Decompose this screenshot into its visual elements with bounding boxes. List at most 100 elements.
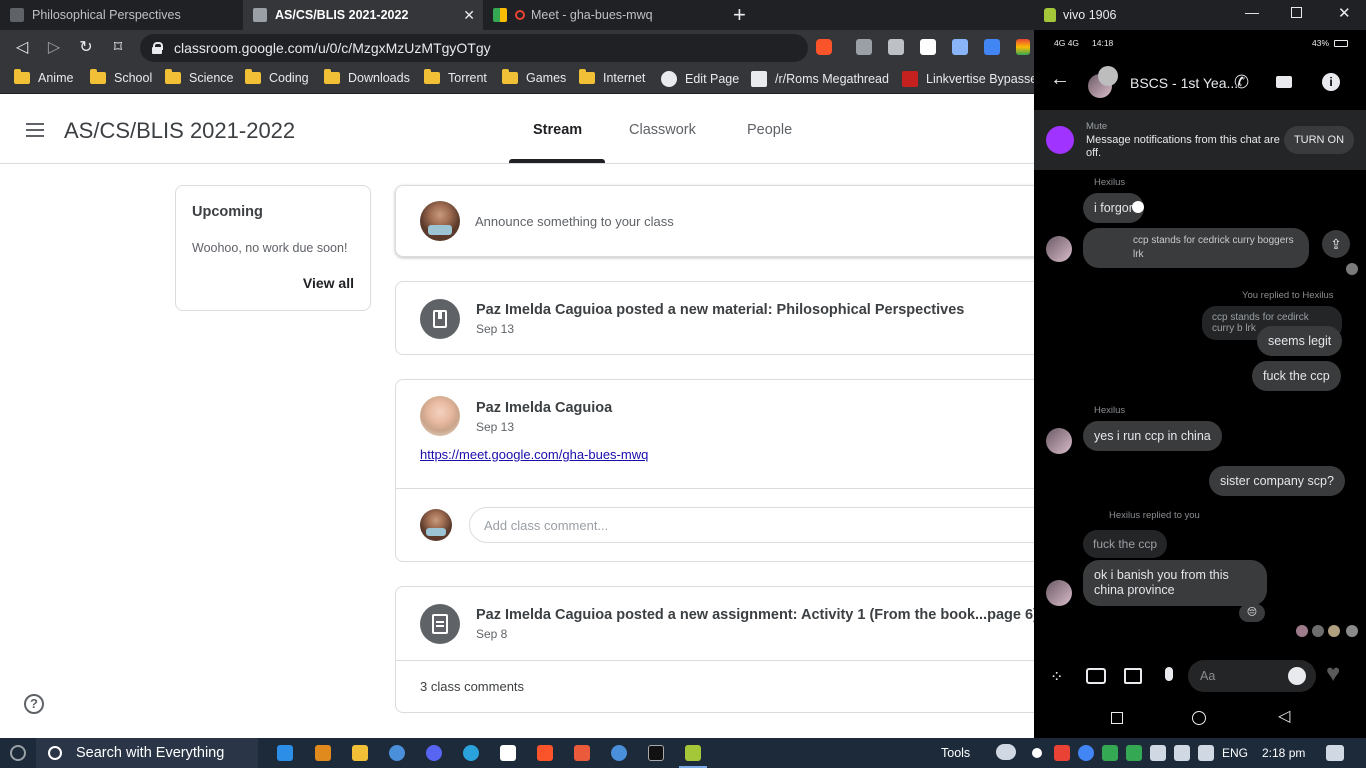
camera-extension-icon[interactable] [888, 39, 904, 55]
gallery-icon[interactable] [1124, 668, 1142, 684]
post-date: Sep 13 [476, 322, 515, 336]
close-window-icon[interactable]: ✕ [1338, 4, 1351, 22]
tray-icon[interactable] [1054, 745, 1070, 761]
telegram-icon[interactable] [463, 745, 479, 761]
bookmark-torrent[interactable]: Torrent [424, 69, 487, 85]
recents-nav-icon[interactable] [1111, 712, 1123, 724]
video-call-icon[interactable] [1276, 76, 1292, 88]
tab-philosophical-perspectives[interactable]: Philosophical Perspectives [0, 0, 243, 30]
message-bubble[interactable]: ccp stands for cedrick curry boggers lrk [1083, 228, 1309, 268]
app-icon[interactable] [611, 745, 627, 761]
material-post[interactable]: Paz Imelda Caguioa posted a new material… [395, 281, 1055, 355]
vscode-icon[interactable] [277, 745, 293, 761]
start-icon[interactable] [10, 745, 26, 761]
extension-icon[interactable] [952, 39, 968, 55]
translate-extension-icon[interactable] [984, 39, 1000, 55]
microphone-icon[interactable] [1165, 667, 1173, 681]
volume-icon[interactable] [1198, 745, 1214, 761]
tray-icon[interactable] [1102, 745, 1118, 761]
emoji-icon[interactable] [1288, 667, 1306, 685]
brave-beta-icon[interactable] [574, 745, 590, 761]
main-menu-icon[interactable] [26, 123, 44, 137]
message-bubble[interactable]: sister company scp? [1209, 466, 1345, 496]
message-bubble[interactable]: seems legit [1257, 326, 1343, 356]
class-comments-link[interactable]: 3 class comments [420, 679, 524, 694]
reaction-badge[interactable]: 😔 [1239, 604, 1265, 622]
message-input[interactable]: Aa [1188, 660, 1316, 692]
upcoming-card: Upcoming Woohoo, no work due soon! View … [175, 185, 371, 311]
taskbar-search[interactable]: Search with Everything [36, 738, 258, 768]
message-bubble[interactable]: yes i run ccp in china [1083, 421, 1222, 451]
network-icon[interactable] [1150, 745, 1166, 761]
back-nav-icon[interactable]: ◁ [1278, 706, 1290, 726]
tab-classroom-active[interactable]: AS/CS/BLIS 2021-2022 ✕ [243, 0, 483, 30]
tray-icon[interactable] [1126, 745, 1142, 761]
tab-classwork[interactable]: Classwork [629, 122, 696, 138]
message-bubble[interactable]: fuck the ccp [1252, 361, 1341, 391]
share-icon[interactable]: ⇪ [1322, 230, 1350, 258]
tray-icon[interactable] [1032, 748, 1042, 758]
close-tab-icon[interactable]: ✕ [463, 7, 475, 24]
camera-icon[interactable] [1086, 668, 1106, 684]
class-comment-input[interactable]: Add class comment... [469, 507, 1069, 543]
message-bubble[interactable]: ok i banish you from this china province [1083, 560, 1267, 606]
help-icon[interactable]: ? [24, 694, 44, 714]
extension-icon[interactable] [856, 39, 872, 55]
bookmark-school[interactable]: School [90, 69, 152, 85]
bookmark-anime[interactable]: Anime [14, 69, 73, 85]
minimize-icon[interactable]: — [1245, 4, 1259, 20]
tab-stream[interactable]: Stream [533, 122, 582, 138]
brave-icon[interactable] [537, 745, 553, 761]
reload-icon[interactable]: ↻ [76, 38, 96, 58]
bookmark-science[interactable]: Science [165, 69, 233, 85]
bookmark-roms-megathread[interactable]: /r/Roms Megathread [751, 71, 889, 87]
clock[interactable]: 2:18 pm [1262, 746, 1305, 760]
forward-icon[interactable]: ▷ [44, 38, 64, 58]
maximize-icon[interactable] [1291, 7, 1302, 18]
notion-extension-icon[interactable] [920, 39, 936, 55]
bookmark-linkvertise-bypasser[interactable]: Linkvertise Bypasser [902, 71, 1041, 87]
language-indicator[interactable]: ENG [1222, 746, 1248, 760]
address-bar[interactable]: classroom.google.com/u/0/c/MzgxMzUzMTgyO… [140, 34, 808, 62]
heart-icon[interactable]: ♥ [1326, 660, 1340, 688]
sender-avatar [1046, 428, 1072, 454]
bookmark-downloads[interactable]: Downloads [324, 69, 410, 85]
weather-icon[interactable] [996, 744, 1016, 760]
notion-icon[interactable] [500, 745, 516, 761]
call-icon[interactable]: ✆ [1234, 72, 1249, 93]
tab-people[interactable]: People [747, 122, 792, 138]
bookmark-internet[interactable]: Internet [579, 69, 645, 85]
announce-card[interactable]: Announce something to your class [395, 185, 1055, 257]
android-icon[interactable] [685, 745, 701, 761]
bookmark-edit-page[interactable]: Edit Page [661, 71, 739, 87]
browser-toolbar: ◁ ▷ ↻ ⌑ classroom.google.com/u/0/c/MzgxM… [0, 30, 1034, 66]
turn-on-button[interactable]: TURN ON [1284, 126, 1354, 154]
tools-toolbar-label[interactable]: Tools [941, 746, 970, 760]
brave-shields-icon[interactable] [816, 39, 832, 55]
apps-icon[interactable]: ⁘ [1050, 667, 1063, 687]
bookmark-coding[interactable]: Coding [245, 69, 309, 85]
chat-title[interactable]: BSCS - 1st Yea... [1130, 75, 1238, 91]
back-arrow-icon[interactable]: ← [1050, 68, 1070, 91]
bookmark-icon[interactable]: ⌑ [108, 38, 128, 58]
bookmark-label: Linkvertise Bypasser [926, 72, 1042, 86]
back-icon[interactable]: ◁ [12, 38, 32, 58]
meet-link[interactable]: https://meet.google.com/gha-bues-mwq [420, 447, 648, 462]
home-nav-icon[interactable] [1192, 711, 1206, 725]
app-icon[interactable] [389, 745, 405, 761]
info-icon[interactable]: i [1322, 73, 1340, 91]
extension-icon[interactable] [1016, 39, 1030, 55]
announce-placeholder: Announce something to your class [475, 214, 674, 229]
assignment-post[interactable]: Paz Imelda Caguioa posted a new assignme… [395, 586, 1055, 713]
bookmark-games[interactable]: Games [502, 69, 566, 85]
view-all-link[interactable]: View all [303, 275, 354, 291]
new-tab-button[interactable]: + [733, 2, 746, 28]
sublime-icon[interactable] [315, 745, 331, 761]
explorer-icon[interactable] [352, 745, 368, 761]
terminal-icon[interactable] [648, 745, 664, 761]
tab-meet[interactable]: Meet - gha-bues-mwq [483, 0, 721, 30]
discord-icon[interactable] [426, 745, 442, 761]
chrome-tray-icon[interactable] [1078, 745, 1094, 761]
notifications-icon[interactable] [1326, 745, 1344, 761]
battery-tray-icon[interactable] [1174, 745, 1190, 761]
